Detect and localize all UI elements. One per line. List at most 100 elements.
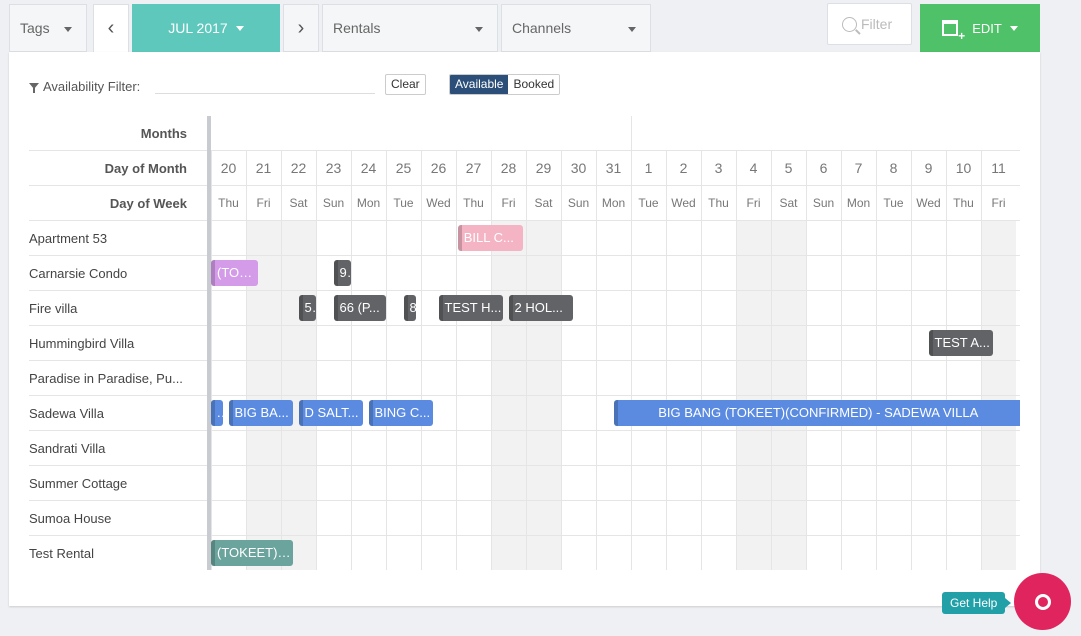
day-of-week-cell: Sat xyxy=(779,196,798,210)
chevron-down-icon xyxy=(475,27,483,32)
day-of-month-cell: 22 xyxy=(290,160,307,176)
day-of-week-cell: Thu xyxy=(953,196,974,210)
help-button[interactable] xyxy=(1014,573,1071,630)
grid-line xyxy=(211,220,1020,221)
day-of-month-header: Day of Month xyxy=(29,151,209,186)
channels-dropdown[interactable]: Channels xyxy=(501,4,651,52)
rentals-dropdown[interactable]: Rentals xyxy=(322,4,498,52)
rental-row-label[interactable]: Carnarsie Condo xyxy=(29,256,209,291)
month-selector[interactable]: JUL 2017 xyxy=(132,4,280,52)
day-of-month-cell: 11 xyxy=(991,160,1006,176)
rental-row-label[interactable]: Test Rental xyxy=(29,536,209,570)
grid-line xyxy=(211,430,1020,431)
edit-button[interactable]: EDIT xyxy=(920,4,1040,52)
day-of-month-cell: 10 xyxy=(955,160,972,176)
lifebuoy-icon xyxy=(1034,593,1051,610)
booking-bar[interactable]: 55 xyxy=(298,295,316,321)
calendar-panel: Availability Filter: Clear Available Boo… xyxy=(9,52,1040,606)
chevron-down-icon xyxy=(1009,25,1018,31)
day-of-month-cell: 4 xyxy=(749,160,758,176)
day-of-week-cell: Sat xyxy=(534,196,553,210)
booking-bar[interactable]: TEST H... xyxy=(438,295,504,321)
day-of-week-cell: Mon xyxy=(846,196,871,210)
day-of-week-cell: Thu xyxy=(218,196,239,210)
filter-icon xyxy=(29,83,39,93)
channels-label: Channels xyxy=(512,20,572,36)
day-of-week-cell: Fri xyxy=(991,196,1006,210)
booked-toggle-button[interactable]: Booked xyxy=(508,75,560,94)
booking-bar[interactable]: BILL C... xyxy=(457,225,523,251)
rental-row-label[interactable]: Apartment 53 xyxy=(29,221,209,256)
booking-bar[interactable]: 8 xyxy=(403,295,416,321)
grid-line xyxy=(211,395,1020,396)
rental-row-label[interactable]: Fire villa xyxy=(29,291,209,326)
booking-bar[interactable]: (TOKEET)(C... xyxy=(211,540,294,566)
grid-line xyxy=(211,290,1020,291)
day-of-week-cell: Wed xyxy=(671,196,696,210)
next-month-button[interactable]: › xyxy=(283,4,319,52)
prev-month-button[interactable]: ‹ xyxy=(93,4,129,52)
day-of-month-cell: 3 xyxy=(714,160,723,176)
day-of-week-cell: Sun xyxy=(567,196,590,210)
tags-label: Tags xyxy=(20,20,50,36)
day-of-month-cell: 24 xyxy=(360,160,377,176)
day-of-month-cell: 5 xyxy=(784,160,793,176)
day-of-week-cell: Sat xyxy=(289,196,308,210)
availability-filter: Availability Filter: xyxy=(29,76,140,96)
day-of-month-cell: 8 xyxy=(889,160,898,176)
booking-bar[interactable]: 2 HOL... xyxy=(508,295,574,321)
rental-row-label[interactable]: Summer Cottage xyxy=(29,466,209,501)
month-separator xyxy=(631,116,632,151)
booking-bar[interactable]: TEST A... xyxy=(928,330,994,356)
rental-row-label[interactable]: Hummingbird Villa xyxy=(29,326,209,361)
filter-placeholder: Filter xyxy=(861,16,893,32)
day-of-week-header: Day of Week xyxy=(29,186,209,221)
day-of-week-cell: Wed xyxy=(426,196,451,210)
booking-bar[interactable]: D SALT... xyxy=(298,400,364,426)
chevron-down-icon xyxy=(628,27,636,32)
day-of-week-cell: Thu xyxy=(708,196,729,210)
search-icon xyxy=(842,16,857,32)
day-of-month-cell: 27 xyxy=(465,160,482,176)
day-of-week-cell: Fri xyxy=(746,196,761,210)
available-toggle-button[interactable]: Available xyxy=(450,75,509,94)
day-of-week-cell: Tue xyxy=(883,196,904,210)
day-of-week-cell: Mon xyxy=(356,196,381,210)
day-of-week-cell: Sun xyxy=(812,196,835,210)
booking-bar[interactable]: 99 xyxy=(333,260,351,286)
booking-bar[interactable]: ... xyxy=(211,400,224,426)
rental-row-label[interactable]: Sandrati Villa xyxy=(29,431,209,466)
booking-bar[interactable]: BIG BANG (TOKEET)(CONFIRMED) - SADEWA VI… xyxy=(613,400,1020,426)
months-header: Months xyxy=(29,116,209,151)
booking-bar[interactable]: (TOK... xyxy=(211,260,259,286)
grid-line xyxy=(211,150,1020,151)
grid-line xyxy=(211,500,1020,501)
edit-label: EDIT xyxy=(972,20,1002,36)
grid-line xyxy=(211,360,1020,361)
chevron-left-icon: ‹ xyxy=(107,17,115,39)
filter-input[interactable]: Filter xyxy=(827,3,912,45)
day-of-month-cell: 7 xyxy=(854,160,863,176)
day-of-month-cell: 2 xyxy=(679,160,688,176)
day-of-month-cell: 30 xyxy=(570,160,587,176)
chevron-down-icon xyxy=(64,27,72,32)
booking-bar[interactable]: 66 (P... xyxy=(333,295,386,321)
day-of-week-cell: Sun xyxy=(322,196,345,210)
booking-bar[interactable]: BIG BA... xyxy=(228,400,294,426)
tags-dropdown[interactable]: Tags xyxy=(9,4,87,52)
rental-row-label[interactable]: Paradise in Paradise, Pu... xyxy=(29,361,209,396)
booking-bar[interactable]: BING C... xyxy=(368,400,434,426)
day-of-month-cell: 21 xyxy=(255,160,272,176)
rental-row-label[interactable]: Sumoa House xyxy=(29,501,209,536)
availability-filter-input[interactable] xyxy=(155,92,375,94)
days-area: 20 Thu 21 Fri 22 Sat 23 Sun 24 Mon 25 Tue 26 Wed 27 Thu… xyxy=(211,116,1020,570)
get-help-label[interactable]: Get Help xyxy=(942,592,1012,614)
clear-button[interactable]: Clear xyxy=(385,74,426,95)
chevron-right-icon: › xyxy=(297,16,305,39)
rental-row-label[interactable]: Sadewa Villa xyxy=(29,396,209,431)
day-of-month-cell: 26 xyxy=(430,160,447,176)
day-of-month-cell: 29 xyxy=(535,160,552,176)
day-of-month-cell: 20 xyxy=(220,160,237,176)
day-of-month-cell: 28 xyxy=(500,160,517,176)
day-of-week-cell: Wed xyxy=(916,196,941,210)
